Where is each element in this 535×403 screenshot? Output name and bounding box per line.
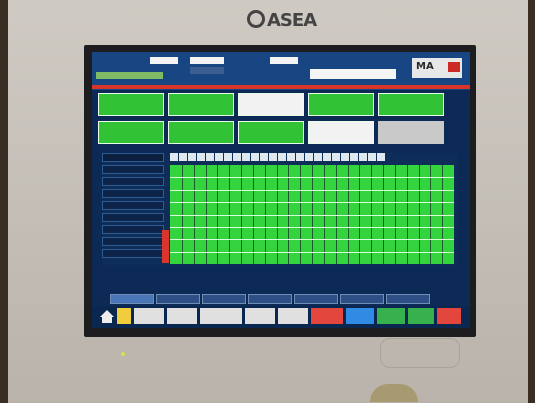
grid-horizontal-line xyxy=(170,202,454,203)
toolbar-button-6[interactable] xyxy=(278,308,308,324)
control-button-8[interactable] xyxy=(238,121,304,144)
grid-column-header xyxy=(251,153,259,161)
header-field-4 xyxy=(270,57,298,64)
brand-badge-text: MA xyxy=(416,61,434,72)
grid-column-header xyxy=(350,153,358,161)
control-button-2[interactable] xyxy=(168,93,234,116)
header-field-2 xyxy=(190,57,224,64)
alarm-column xyxy=(162,230,169,263)
grid-column-header xyxy=(188,153,196,161)
tab-7[interactable] xyxy=(386,294,430,304)
grid-cells xyxy=(162,165,454,264)
toolbar-button-1[interactable] xyxy=(117,308,131,324)
toolbar-button-10[interactable] xyxy=(408,308,434,324)
control-button-1[interactable] xyxy=(98,93,164,116)
hmi-screen: MA xyxy=(92,52,470,328)
grid-column-header xyxy=(215,153,223,161)
photo-right-edge xyxy=(527,0,535,403)
logo-ring-icon xyxy=(247,10,265,28)
brand-badge-red-block xyxy=(448,62,460,72)
grid-column-header xyxy=(377,153,385,161)
grid-column-header xyxy=(242,153,250,161)
grid-column-header xyxy=(206,153,214,161)
tab-1[interactable] xyxy=(110,294,154,304)
home-icon-body xyxy=(102,317,112,323)
grid-row-labels xyxy=(102,153,165,261)
brand-badge: MA xyxy=(412,58,462,78)
grid-column-header xyxy=(314,153,322,161)
home-icon[interactable] xyxy=(100,310,114,317)
grid-column-header xyxy=(269,153,277,161)
grid-column-header xyxy=(332,153,340,161)
control-button-7[interactable] xyxy=(168,121,234,144)
grid-column-header xyxy=(359,153,367,161)
grid-row-label xyxy=(102,153,164,162)
toolbar-button-9[interactable] xyxy=(377,308,405,324)
tab-2[interactable] xyxy=(156,294,200,304)
grid-row-label xyxy=(102,225,164,234)
grid-row-label xyxy=(102,165,164,174)
grid-row-label xyxy=(102,249,164,258)
control-button-4[interactable] xyxy=(308,93,374,116)
grid-column-header xyxy=(224,153,232,161)
toolbar-button-8[interactable] xyxy=(346,308,374,324)
header-field-3 xyxy=(190,67,224,74)
grid-column-header xyxy=(368,153,376,161)
grid-column-header xyxy=(287,153,295,161)
photo-left-edge xyxy=(0,0,8,403)
grid-column-header xyxy=(170,153,178,161)
grid-horizontal-line xyxy=(170,252,454,253)
grid-column-header xyxy=(341,153,349,161)
toolbar-button-3[interactable] xyxy=(167,308,197,324)
grid-row-label xyxy=(102,177,164,186)
status-grid xyxy=(102,153,457,265)
toolbar-button-7[interactable] xyxy=(311,308,343,324)
status-indicator xyxy=(96,72,163,79)
grid-column-header xyxy=(233,153,241,161)
grid-row-label xyxy=(102,189,164,198)
bezel-recess xyxy=(380,338,460,368)
header-field-1 xyxy=(150,57,178,64)
grid-row-label xyxy=(102,237,164,246)
grid-horizontal-line xyxy=(170,190,454,191)
grid-column-header xyxy=(323,153,331,161)
grid-horizontal-line xyxy=(170,215,454,216)
grid-column-header xyxy=(260,153,268,161)
grid-horizontal-line xyxy=(170,239,454,240)
grid-column-header xyxy=(197,153,205,161)
control-button-6[interactable] xyxy=(98,121,164,144)
button-row-1 xyxy=(98,93,444,116)
grid-column-header xyxy=(179,153,187,161)
alarm-strip xyxy=(92,85,470,89)
power-led xyxy=(121,352,125,356)
grid-column-header xyxy=(296,153,304,161)
mode-display xyxy=(310,69,396,79)
toolbar-button-4[interactable] xyxy=(200,308,242,324)
screen-tabs xyxy=(110,294,430,304)
tab-5[interactable] xyxy=(294,294,338,304)
control-button-5[interactable] xyxy=(378,93,444,116)
grid-row-label xyxy=(102,213,164,222)
grid-column-header xyxy=(305,153,313,161)
bottom-toolbar xyxy=(92,306,470,328)
control-button-3[interactable] xyxy=(238,93,304,116)
grid-horizontal-line xyxy=(170,177,454,178)
control-button-9[interactable] xyxy=(308,121,374,144)
control-button-placeholder xyxy=(378,121,444,144)
grid-row-label xyxy=(102,201,164,210)
toolbar-button-5[interactable] xyxy=(245,308,275,324)
button-row-2 xyxy=(98,121,444,144)
grid-column-headers xyxy=(170,153,385,161)
toolbar-button-2[interactable] xyxy=(134,308,164,324)
foreground-object xyxy=(370,384,418,402)
tab-6[interactable] xyxy=(340,294,384,304)
grid-horizontal-line xyxy=(170,227,454,228)
tab-3[interactable] xyxy=(202,294,246,304)
brand-logo: ASEA xyxy=(247,10,317,31)
tab-4[interactable] xyxy=(248,294,292,304)
grid-column-header xyxy=(278,153,286,161)
toolbar-button-11[interactable] xyxy=(437,308,461,324)
